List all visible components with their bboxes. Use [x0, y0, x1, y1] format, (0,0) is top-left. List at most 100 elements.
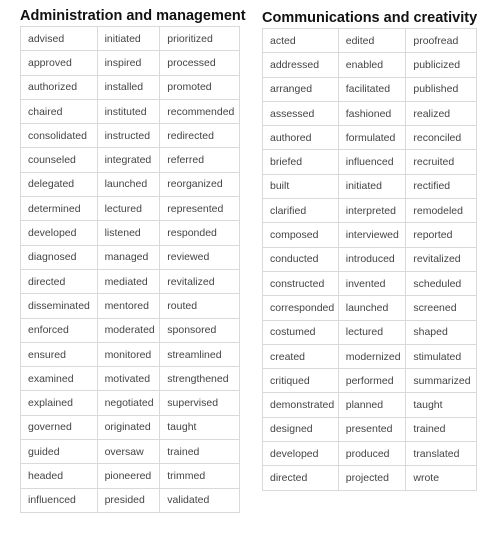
table-row: developed produced translated	[262, 441, 477, 467]
verb-cell: motivated	[96, 366, 161, 392]
table-row: delegated launched reorganized	[20, 171, 240, 198]
verb-cell: lectured	[337, 319, 407, 345]
verb-cell: translated	[405, 441, 477, 467]
section-title: Administration and management	[20, 8, 246, 24]
section-title: Communications and creativity	[262, 10, 478, 26]
verb-cell: assessed	[262, 100, 339, 127]
verb-cell: lectured	[96, 196, 161, 222]
verb-cell: addressed	[262, 52, 339, 78]
table-row: addressed enabled publicized	[262, 52, 477, 78]
verb-cell: scheduled	[405, 270, 477, 297]
verb-cell: invented	[337, 270, 407, 297]
table-row: conducted introduced revitalized	[262, 246, 477, 272]
verb-cell: created	[262, 343, 339, 370]
verb-cell: modernized	[337, 343, 407, 370]
table-row: authorized installed promoted	[20, 74, 240, 100]
table-row: examined motivated strengthened	[20, 366, 240, 392]
verb-cell: chaired	[20, 98, 98, 125]
verb-cell: reviewed	[159, 244, 240, 270]
verb-cell: ensured	[20, 341, 98, 368]
verb-cell: designed	[262, 416, 339, 443]
verb-cell: formulated	[337, 125, 407, 151]
verb-cell: pioneered	[96, 463, 161, 489]
verb-cell: explained	[20, 390, 98, 416]
verb-cell: produced	[337, 441, 407, 467]
verb-cell: monitored	[96, 341, 161, 368]
verb-cell: represented	[159, 196, 240, 222]
verb-table: acted edited proofread addressed enabled publ…	[262, 27, 477, 491]
verb-cell: acted	[262, 27, 339, 54]
verb-cell: composed	[262, 222, 339, 248]
table-row: clarified interpreted remodeled	[262, 198, 477, 224]
verb-cell: diagnosed	[20, 244, 98, 270]
table-row: headed pioneered trimmed	[20, 463, 240, 489]
table-row: built initiated rectified	[262, 173, 477, 200]
verb-cell: critiqued	[262, 368, 339, 394]
verb-cell: constructed	[262, 270, 339, 297]
verb-cell: prioritized	[159, 25, 240, 52]
verb-cell: reorganized	[159, 171, 240, 198]
verb-cell: launched	[337, 295, 407, 321]
verb-cell: projected	[337, 465, 407, 491]
verb-cell: clarified	[262, 198, 339, 224]
table-row: constructed invented scheduled	[262, 270, 477, 297]
verb-cell: costumed	[262, 319, 339, 345]
verb-cell: briefed	[262, 149, 339, 175]
verb-cell: processed	[159, 50, 240, 76]
administration-management-section: Administration and management advised ini…	[20, 8, 246, 513]
verb-cell: routed	[159, 293, 240, 319]
table-row: chaired instituted recommended	[20, 98, 240, 125]
verb-cell: determined	[20, 196, 98, 222]
verb-cell: mediated	[96, 268, 161, 295]
verb-cell: published	[405, 76, 477, 102]
table-row: directed projected wrote	[262, 465, 477, 491]
table-row: explained negotiated supervised	[20, 390, 240, 416]
verb-cell: referred	[159, 147, 240, 173]
verb-cell: stimulated	[405, 343, 477, 370]
verb-cell: promoted	[159, 74, 240, 100]
table-row: arranged facilitated published	[262, 76, 477, 102]
verb-cell: influenced	[337, 149, 407, 175]
table-row: advised initiated prioritized	[20, 25, 240, 52]
table-row: costumed lectured shaped	[262, 319, 477, 345]
table-row: determined lectured represented	[20, 196, 240, 222]
verb-cell: facilitated	[337, 76, 407, 102]
verb-cell: developed	[262, 441, 339, 467]
verb-cell: directed	[262, 465, 339, 491]
table-row: corresponded launched screened	[262, 295, 477, 321]
verb-cell: streamlined	[159, 341, 240, 368]
verb-cell: remodeled	[405, 198, 477, 224]
verb-cell: enforced	[20, 317, 98, 343]
verb-cell: authorized	[20, 74, 98, 100]
verb-cell: delegated	[20, 171, 98, 198]
verb-cell: disseminated	[20, 293, 98, 319]
verb-cell: recruited	[405, 149, 477, 175]
verb-cell: edited	[337, 27, 407, 54]
verb-cell: sponsored	[159, 317, 240, 343]
verb-cell: reported	[405, 222, 477, 248]
table-row: acted edited proofread	[262, 27, 477, 54]
verb-cell: reconciled	[405, 125, 477, 151]
verb-cell: interviewed	[337, 222, 407, 248]
verb-cell: revitalized	[405, 246, 477, 272]
verb-cell: revitalized	[159, 268, 240, 295]
verb-cell: initiated	[337, 173, 407, 200]
verb-cell: mentored	[96, 293, 161, 319]
verb-cell: integrated	[96, 147, 161, 173]
table-row: directed mediated revitalized	[20, 268, 240, 295]
verb-cell: introduced	[337, 246, 407, 272]
communications-creativity-section: Communications and creativity acted edite…	[262, 10, 478, 491]
verb-cell: trained	[159, 439, 240, 465]
verb-cell: corresponded	[262, 295, 339, 321]
table-row: demonstrated planned taught	[262, 392, 477, 418]
verb-cell: launched	[96, 171, 161, 198]
table-row: authored formulated reconciled	[262, 125, 477, 151]
verb-cell: originated	[96, 414, 161, 441]
verb-cell: enabled	[337, 52, 407, 78]
verb-cell: installed	[96, 74, 161, 100]
verb-cell: listened	[96, 220, 161, 246]
verb-cell: supervised	[159, 390, 240, 416]
verb-cell: responded	[159, 220, 240, 246]
table-row: critiqued performed summarized	[262, 368, 477, 394]
verb-cell: trimmed	[159, 463, 240, 489]
